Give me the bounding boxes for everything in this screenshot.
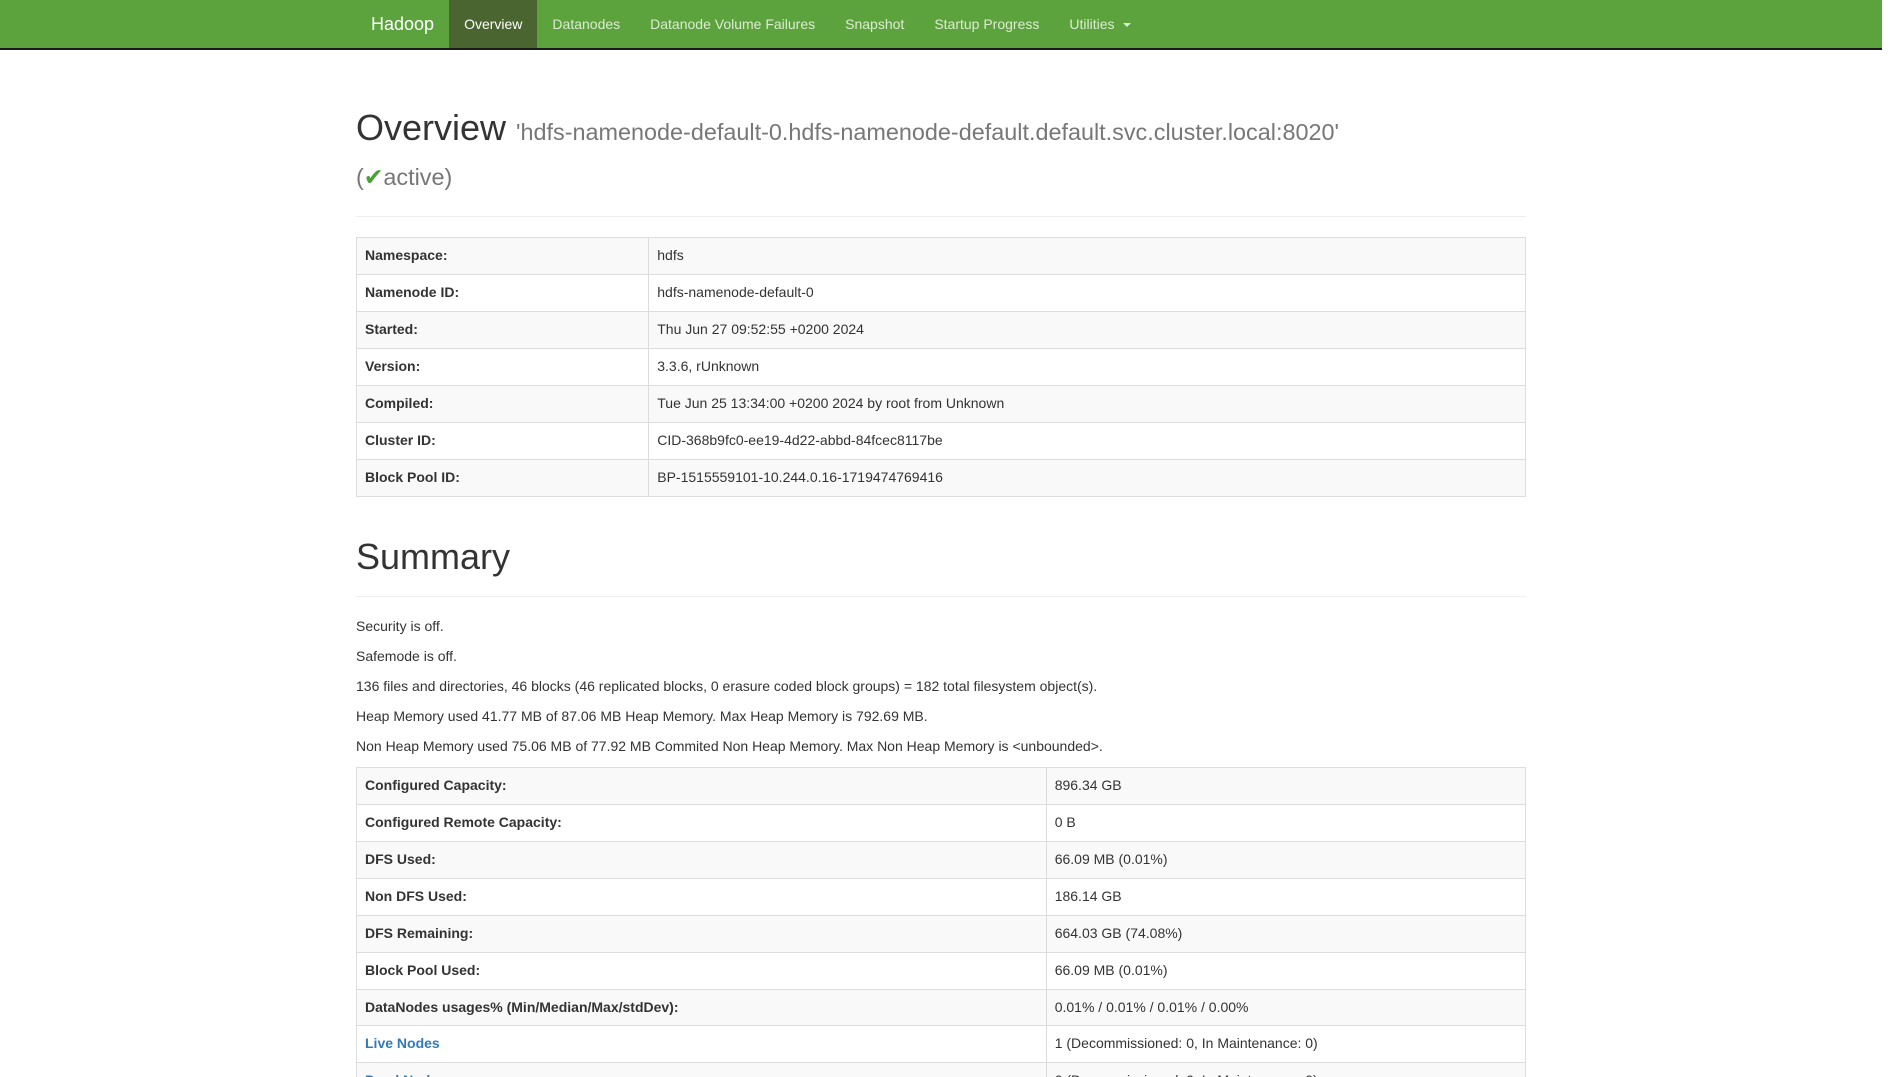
summary-table: Configured Capacity:896.34 GBConfigured … bbox=[356, 767, 1526, 1077]
nav-link-overview[interactable]: Overview bbox=[449, 0, 537, 48]
table-row-configured-remote-capacity: Configured Remote Capacity:0 B bbox=[357, 804, 1526, 841]
row-value-datanodes-usages: 0.01% / 0.01% / 0.01% / 0.00% bbox=[1046, 989, 1525, 1026]
live-nodes-link[interactable]: Live Nodes bbox=[365, 1035, 440, 1051]
nav-link-snapshot[interactable]: Snapshot bbox=[830, 0, 919, 48]
row-label-dfs-used: DFS Used: bbox=[357, 841, 1047, 878]
nav-item-datanode-volume-failures: Datanode Volume Failures bbox=[635, 0, 830, 48]
check-icon: ✔ bbox=[364, 164, 384, 190]
dead-nodes-link[interactable]: Dead Nodes bbox=[365, 1072, 446, 1077]
page-header: Overview 'hdfs-namenode-default-0.hdfs-n… bbox=[356, 108, 1526, 217]
page-title-text: Overview bbox=[356, 107, 506, 148]
viewport: Hadoop OverviewDatanodesDatanode Volume … bbox=[0, 0, 1897, 1077]
summary-header: Summary bbox=[356, 537, 1526, 597]
caret-down-icon bbox=[1123, 23, 1131, 27]
row-value-configured-capacity: 896.34 GB bbox=[1046, 767, 1525, 804]
navbar-menu: OverviewDatanodesDatanode Volume Failure… bbox=[449, 0, 1146, 48]
row-value-block-pool-id: BP-1515559101-10.244.0.16-1719474769416 bbox=[649, 460, 1526, 497]
table-row-block-pool-used: Block Pool Used:66.09 MB (0.01%) bbox=[357, 952, 1526, 989]
nav-item-snapshot: Snapshot bbox=[830, 0, 919, 48]
table-row-cluster-id: Cluster ID:CID-368b9fc0-ee19-4d22-abbd-8… bbox=[357, 423, 1526, 460]
summary-line-5: Non Heap Memory used 75.06 MB of 77.92 M… bbox=[356, 737, 1526, 757]
navbar-brand[interactable]: Hadoop bbox=[356, 0, 449, 48]
nav-item-startup-progress: Startup Progress bbox=[919, 0, 1054, 48]
table-row-version: Version:3.3.6, rUnknown bbox=[357, 349, 1526, 386]
row-label-non-dfs-used: Non DFS Used: bbox=[357, 878, 1047, 915]
table-row-block-pool-id: Block Pool ID:BP-1515559101-10.244.0.16-… bbox=[357, 460, 1526, 497]
main-content: Overview 'hdfs-namenode-default-0.hdfs-n… bbox=[341, 108, 1541, 1077]
table-row-configured-capacity: Configured Capacity:896.34 GB bbox=[357, 767, 1526, 804]
row-label-dfs-remaining: DFS Remaining: bbox=[357, 915, 1047, 952]
row-label-version: Version: bbox=[357, 349, 649, 386]
namenode-status: (✔active) bbox=[356, 164, 452, 190]
nav-link-startup-progress[interactable]: Startup Progress bbox=[919, 0, 1054, 48]
row-label-configured-remote-capacity: Configured Remote Capacity: bbox=[357, 804, 1047, 841]
row-value-dead-nodes: 0 (Decommissioned: 0, In Maintenance: 0) bbox=[1046, 1063, 1525, 1077]
row-label-compiled: Compiled: bbox=[357, 386, 649, 423]
navbar: Hadoop OverviewDatanodesDatanode Volume … bbox=[0, 0, 1882, 50]
row-label-started: Started: bbox=[357, 312, 649, 349]
row-label-configured-capacity: Configured Capacity: bbox=[357, 767, 1047, 804]
summary-title: Summary bbox=[356, 537, 1526, 577]
row-label-live-nodes: Live Nodes bbox=[357, 1026, 1047, 1063]
table-row-compiled: Compiled:Tue Jun 25 13:34:00 +0200 2024 … bbox=[357, 386, 1526, 423]
table-row-dfs-remaining: DFS Remaining:664.03 GB (74.08%) bbox=[357, 915, 1526, 952]
row-value-compiled: Tue Jun 25 13:34:00 +0200 2024 by root f… bbox=[649, 386, 1526, 423]
navbar-inner: Hadoop OverviewDatanodesDatanode Volume … bbox=[341, 0, 1541, 48]
row-label-dead-nodes: Dead Nodes bbox=[357, 1063, 1047, 1077]
row-value-live-nodes: 1 (Decommissioned: 0, In Maintenance: 0) bbox=[1046, 1026, 1525, 1063]
row-label-block-pool-used: Block Pool Used: bbox=[357, 952, 1047, 989]
namenode-address-text: 'hdfs-namenode-default-0.hdfs-namenode-d… bbox=[516, 119, 1339, 145]
summary-paragraphs: Security is off. Safemode is off. 136 file… bbox=[356, 617, 1526, 757]
table-row-dfs-used: DFS Used:66.09 MB (0.01%) bbox=[357, 841, 1526, 878]
summary-line-2: Safemode is off. bbox=[356, 647, 1526, 667]
row-value-dfs-used: 66.09 MB (0.01%) bbox=[1046, 841, 1525, 878]
page: Hadoop OverviewDatanodesDatanode Volume … bbox=[0, 0, 1882, 1077]
row-value-non-dfs-used: 186.14 GB bbox=[1046, 878, 1525, 915]
status-open-paren: ( bbox=[356, 164, 364, 190]
row-label-namenode-id: Namenode ID: bbox=[357, 275, 649, 312]
table-row-non-dfs-used: Non DFS Used:186.14 GB bbox=[357, 878, 1526, 915]
table-row-datanodes-usages: DataNodes usages% (Min/Median/Max/stdDev… bbox=[357, 989, 1526, 1026]
node-info-table: Namespace:hdfsNamenode ID:hdfs-namenode-… bbox=[356, 237, 1526, 497]
row-value-namespace: hdfs bbox=[649, 238, 1526, 275]
summary-line-3: 136 files and directories, 46 blocks (46… bbox=[356, 677, 1526, 697]
row-value-version: 3.3.6, rUnknown bbox=[649, 349, 1526, 386]
nav-item-utilities: Utilities bbox=[1054, 0, 1146, 48]
table-row-live-nodes: Live Nodes 1 (Decommissioned: 0, In Maint… bbox=[357, 1026, 1526, 1063]
row-label-datanodes-usages: DataNodes usages% (Min/Median/Max/stdDev… bbox=[357, 989, 1047, 1026]
summary-line-4: Heap Memory used 41.77 MB of 87.06 MB He… bbox=[356, 707, 1526, 727]
row-value-cluster-id: CID-368b9fc0-ee19-4d22-abbd-84fcec8117be bbox=[649, 423, 1526, 460]
nav-link-datanode-volume-failures[interactable]: Datanode Volume Failures bbox=[635, 0, 830, 48]
nav-item-datanodes: Datanodes bbox=[537, 0, 635, 48]
nav-item-overview: Overview bbox=[449, 0, 537, 48]
table-row-namespace: Namespace:hdfs bbox=[357, 238, 1526, 275]
nav-link-datanodes[interactable]: Datanodes bbox=[537, 0, 635, 48]
row-value-started: Thu Jun 27 09:52:55 +0200 2024 bbox=[649, 312, 1526, 349]
table-row-dead-nodes: Dead Nodes 0 (Decommissioned: 0, In Maint… bbox=[357, 1063, 1526, 1077]
table-row-namenode-id: Namenode ID:hdfs-namenode-default-0 bbox=[357, 275, 1526, 312]
row-value-namenode-id: hdfs-namenode-default-0 bbox=[649, 275, 1526, 312]
row-value-dfs-remaining: 664.03 GB (74.08%) bbox=[1046, 915, 1525, 952]
status-label: active bbox=[383, 164, 444, 190]
row-label-namespace: Namespace: bbox=[357, 238, 649, 275]
table-row-started: Started:Thu Jun 27 09:52:55 +0200 2024 bbox=[357, 312, 1526, 349]
nav-link-utilities[interactable]: Utilities bbox=[1054, 0, 1146, 48]
summary-line-1: Security is off. bbox=[356, 617, 1526, 637]
row-value-configured-remote-capacity: 0 B bbox=[1046, 804, 1525, 841]
status-close-paren: ) bbox=[445, 164, 453, 190]
row-label-block-pool-id: Block Pool ID: bbox=[357, 460, 649, 497]
page-title: Overview 'hdfs-namenode-default-0.hdfs-n… bbox=[356, 108, 1526, 197]
row-value-block-pool-used: 66.09 MB (0.01%) bbox=[1046, 952, 1525, 989]
row-label-cluster-id: Cluster ID: bbox=[357, 423, 649, 460]
